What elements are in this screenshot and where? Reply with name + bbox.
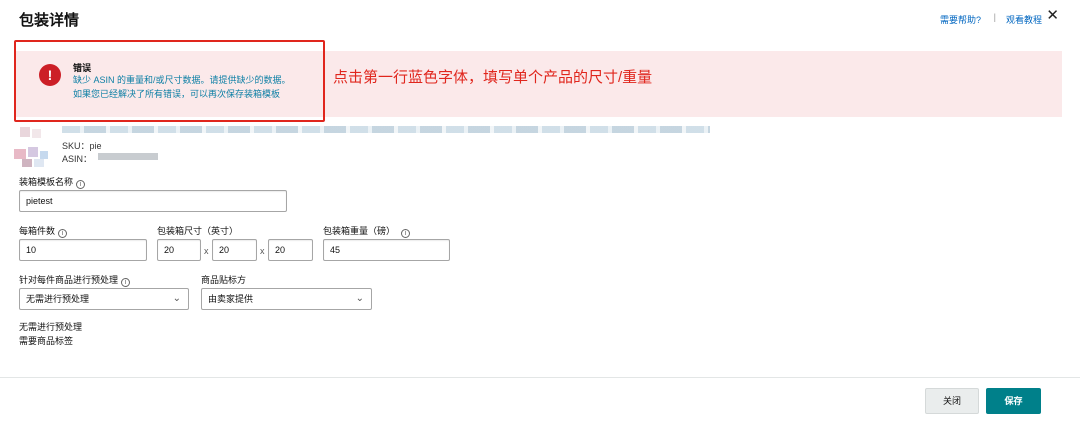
help-link[interactable]: 需要帮助?	[940, 13, 981, 26]
info-icon[interactable]: i	[121, 278, 131, 287]
close-icon[interactable]: ✕	[1046, 8, 1059, 23]
prep-select-value: 无需进行预处理	[26, 294, 90, 304]
product-asin-label: ASIN：	[62, 154, 93, 164]
error-message-line1[interactable]: 缺少 ASIN 的重量和/或尺寸数据。请提供缺少的数据。	[73, 73, 291, 86]
chevron-down-icon: ⌄	[172, 293, 181, 304]
error-message-line2: 如果您已经解决了所有错误，可以再次保存装箱模板	[73, 89, 281, 99]
dimension-separator: x	[260, 246, 265, 256]
info-icon[interactable]: i	[76, 180, 86, 189]
info-icon[interactable]: i	[58, 229, 68, 238]
chevron-down-icon: ⌄	[355, 293, 364, 304]
annotation-text: 点击第一行蓝色字体，填写单个产品的尺寸/重量	[333, 69, 653, 86]
box-dimensions-label: 包装箱尺寸（英寸）	[157, 226, 239, 236]
box-weight-label: 包装箱重量（磅） i	[323, 224, 411, 238]
template-name-label: 装箱模板名称 i	[19, 175, 86, 189]
box-height-input[interactable]: 20	[268, 239, 313, 261]
box-length-input[interactable]: 20	[157, 239, 201, 261]
prep-summary: 无需进行预处理	[19, 322, 83, 332]
labeling-select[interactable]: 由卖家提供 ⌄	[201, 288, 372, 310]
prep-select[interactable]: 无需进行预处理 ⌄	[19, 288, 189, 310]
prep-label: 针对每件商品进行预处理 i	[19, 273, 131, 287]
labeling-select-value: 由卖家提供	[208, 294, 254, 304]
units-per-box-input[interactable]: 10	[19, 239, 147, 261]
tutorial-link[interactable]: 观看教程	[1006, 13, 1042, 26]
product-sku: SKU：pie	[62, 141, 102, 151]
header-separator: |	[993, 12, 996, 22]
close-button[interactable]: 关闭	[925, 388, 979, 414]
units-per-box-label: 每箱件数 i	[19, 224, 68, 238]
box-weight-input[interactable]: 45	[323, 239, 450, 261]
save-button[interactable]: 保存	[986, 388, 1041, 414]
footer-divider	[0, 377, 1080, 378]
product-asin-blurred	[98, 153, 158, 160]
product-title-blurred	[62, 126, 710, 133]
labeling-label: 商品贴标方	[201, 275, 247, 285]
label-summary: 需要商品标签	[19, 336, 74, 346]
page-title: 包装详情	[19, 12, 80, 29]
info-icon[interactable]: i	[401, 229, 411, 238]
modal-header: 包装详情 需要帮助? | 观看教程 ✕	[0, 0, 1080, 38]
template-name-input[interactable]: pietest	[19, 190, 287, 212]
error-alert-icon: !	[39, 64, 61, 86]
product-thumbnail	[14, 123, 58, 169]
dimension-separator: x	[204, 246, 209, 256]
box-width-input[interactable]: 20	[212, 239, 257, 261]
